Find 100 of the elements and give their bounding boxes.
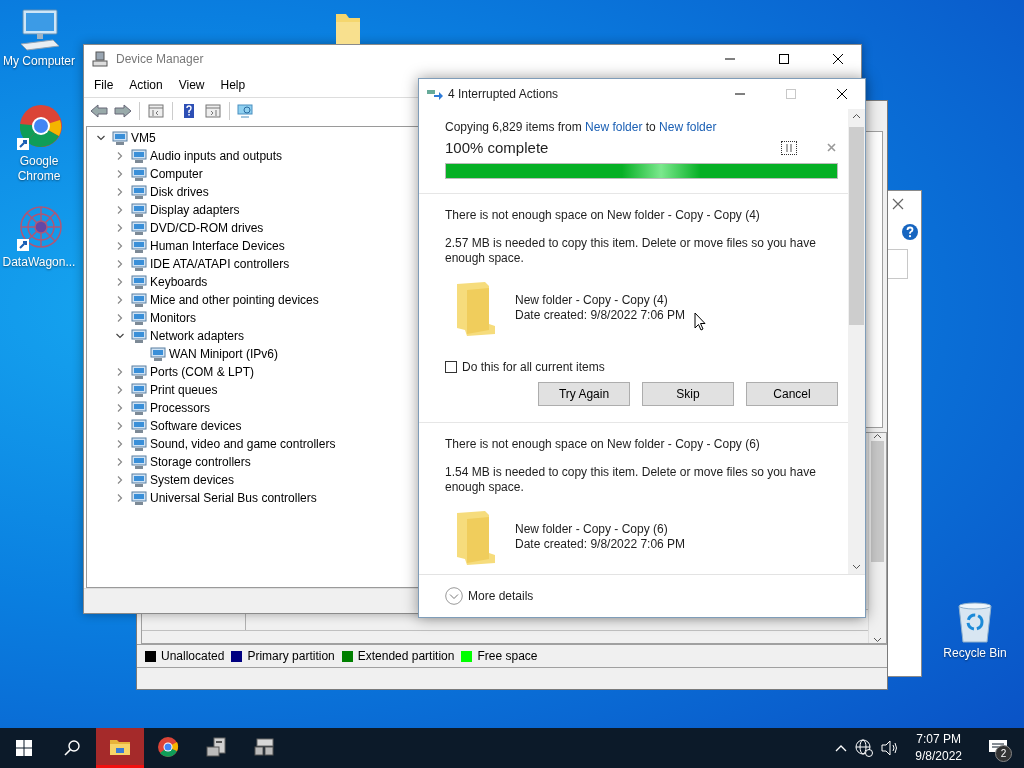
window-title: 4 Interrupted Actions [448, 87, 560, 101]
chevron-icon[interactable] [116, 494, 124, 502]
chevron-icon[interactable] [116, 278, 124, 286]
tree-item[interactable]: Network adapters [150, 329, 245, 343]
tree-item[interactable]: Keyboards [150, 275, 208, 289]
device-icon [131, 184, 147, 200]
chevron-up-icon[interactable] [835, 744, 848, 752]
legend-label: Extended partition [357, 649, 455, 663]
search-icon [64, 740, 80, 756]
tree-item[interactable]: WAN Miniport (IPv6) [169, 347, 278, 361]
folder-link[interactable]: New folder [585, 120, 643, 134]
chevron-icon[interactable] [116, 296, 124, 304]
desktop-icon-label[interactable]: My Computer [3, 54, 75, 69]
chevron-icon[interactable] [116, 206, 124, 214]
error-heading: There is not enough space on New folder - Copy - Copy (4) [445, 208, 761, 222]
trash-bin-icon [955, 600, 995, 644]
tree-item[interactable]: Audio inputs and outputs [150, 149, 283, 163]
tree-item[interactable]: IDE ATA/ATAPI controllers [150, 257, 290, 271]
window-icon [147, 103, 165, 119]
monitor-icon [237, 103, 255, 119]
folder-link[interactable]: New folder [659, 120, 717, 134]
pause-button[interactable] [781, 140, 797, 155]
chevron-icon[interactable] [116, 224, 124, 232]
chevron-down-circle-icon [445, 587, 463, 605]
copy-icon [427, 88, 443, 100]
tree-item[interactable]: Sound, video and game controllers [150, 437, 336, 451]
chevron-icon[interactable] [116, 404, 124, 412]
dialog-button[interactable]: Try Again [538, 382, 630, 406]
chevron-icon[interactable] [116, 152, 124, 160]
menu-item[interactable]: Action [121, 75, 171, 95]
notification-button[interactable]: 2 [978, 728, 1018, 768]
tree-item[interactable]: Universal Serial Bus controllers [150, 491, 317, 505]
tree-item[interactable]: Storage controllers [150, 455, 251, 469]
server-icon [253, 736, 275, 757]
clock[interactable]: 7:07 PM 9/8/2022 [907, 731, 970, 765]
scrollbar[interactable] [868, 433, 886, 643]
window-icon [204, 103, 222, 119]
dialog-button[interactable]: Cancel [746, 382, 838, 406]
tree-item[interactable]: Disk drives [150, 185, 209, 199]
date-created: Date created: 9/8/2022 7:06 PM [515, 308, 686, 323]
speaker-icon[interactable] [881, 740, 900, 756]
dialog-button[interactable]: Skip [642, 382, 734, 406]
chevron-icon[interactable] [116, 188, 124, 196]
chevron-icon[interactable] [116, 440, 124, 448]
chevron-icon[interactable] [116, 422, 124, 430]
close-icon[interactable] [892, 198, 904, 210]
device-icon [131, 400, 147, 416]
arrow-up-icon[interactable] [873, 433, 882, 439]
chevron-icon[interactable] [116, 368, 124, 376]
copy-summary: Copying 6,829 items from New folder to New folder [445, 120, 718, 134]
close-icon [836, 88, 848, 100]
tree-item[interactable]: Computer [150, 167, 203, 181]
server-icon [205, 736, 227, 757]
device-icon [131, 310, 147, 326]
device-icon [131, 292, 147, 308]
more-details-button[interactable]: More details [445, 587, 534, 605]
file-name: New folder - Copy - Copy (6) [515, 522, 669, 537]
menu-item[interactable]: View [170, 75, 213, 95]
tree-item[interactable]: Monitors [150, 311, 196, 325]
checkbox[interactable] [445, 361, 457, 373]
chevron-icon[interactable] [116, 242, 124, 250]
scrollbar[interactable] [848, 109, 865, 574]
tree-item[interactable]: Mice and other pointing devices [150, 293, 319, 307]
tree-item[interactable]: Human Interface Devices [150, 239, 285, 253]
right-arrow-icon [114, 103, 132, 119]
chevron-icon[interactable] [116, 314, 124, 322]
arrow-down-icon[interactable] [873, 637, 882, 643]
globe-icon[interactable] [855, 739, 874, 757]
desktop-icon-label[interactable]: Recycle Bin [943, 646, 1007, 661]
stop-button[interactable] [827, 143, 836, 152]
tree-item[interactable]: Software devices [150, 419, 242, 433]
tree-item[interactable]: Print queues [150, 383, 218, 397]
chevron-icon[interactable] [116, 386, 124, 394]
chevron-icon[interactable] [97, 134, 105, 142]
menu-item[interactable]: File [86, 75, 122, 95]
tree-item[interactable]: Display adapters [150, 203, 240, 217]
tree-item[interactable]: Processors [150, 401, 211, 415]
checkbox-label: Do this for all current items [462, 360, 605, 374]
chevron-icon[interactable] [116, 170, 124, 178]
legend-label: Free space [477, 649, 538, 663]
chevron-icon[interactable] [116, 476, 124, 484]
pause-icon [786, 143, 792, 152]
chevron-icon[interactable] [116, 332, 124, 340]
chevron-icon[interactable] [116, 458, 124, 466]
maximize-icon [785, 88, 797, 100]
help-icon[interactable] [902, 224, 918, 240]
arrow-up-icon[interactable] [852, 113, 861, 119]
arrow-down-icon[interactable] [852, 564, 861, 570]
input-field[interactable] [886, 249, 908, 279]
menu-item[interactable]: Help [212, 75, 254, 95]
tree-item[interactable]: VM5 [131, 131, 156, 145]
notification-count: 2 [995, 745, 1012, 762]
chevron-icon[interactable] [116, 260, 124, 268]
tree-item[interactable]: Ports (COM & LPT) [150, 365, 254, 379]
folder-icon [455, 509, 495, 565]
device-icon [131, 256, 147, 272]
tree-item[interactable]: DVD/CD-ROM drives [150, 221, 264, 235]
device-icon [131, 238, 147, 254]
folder-icon [109, 737, 131, 756]
tree-item[interactable]: System devices [150, 473, 235, 487]
